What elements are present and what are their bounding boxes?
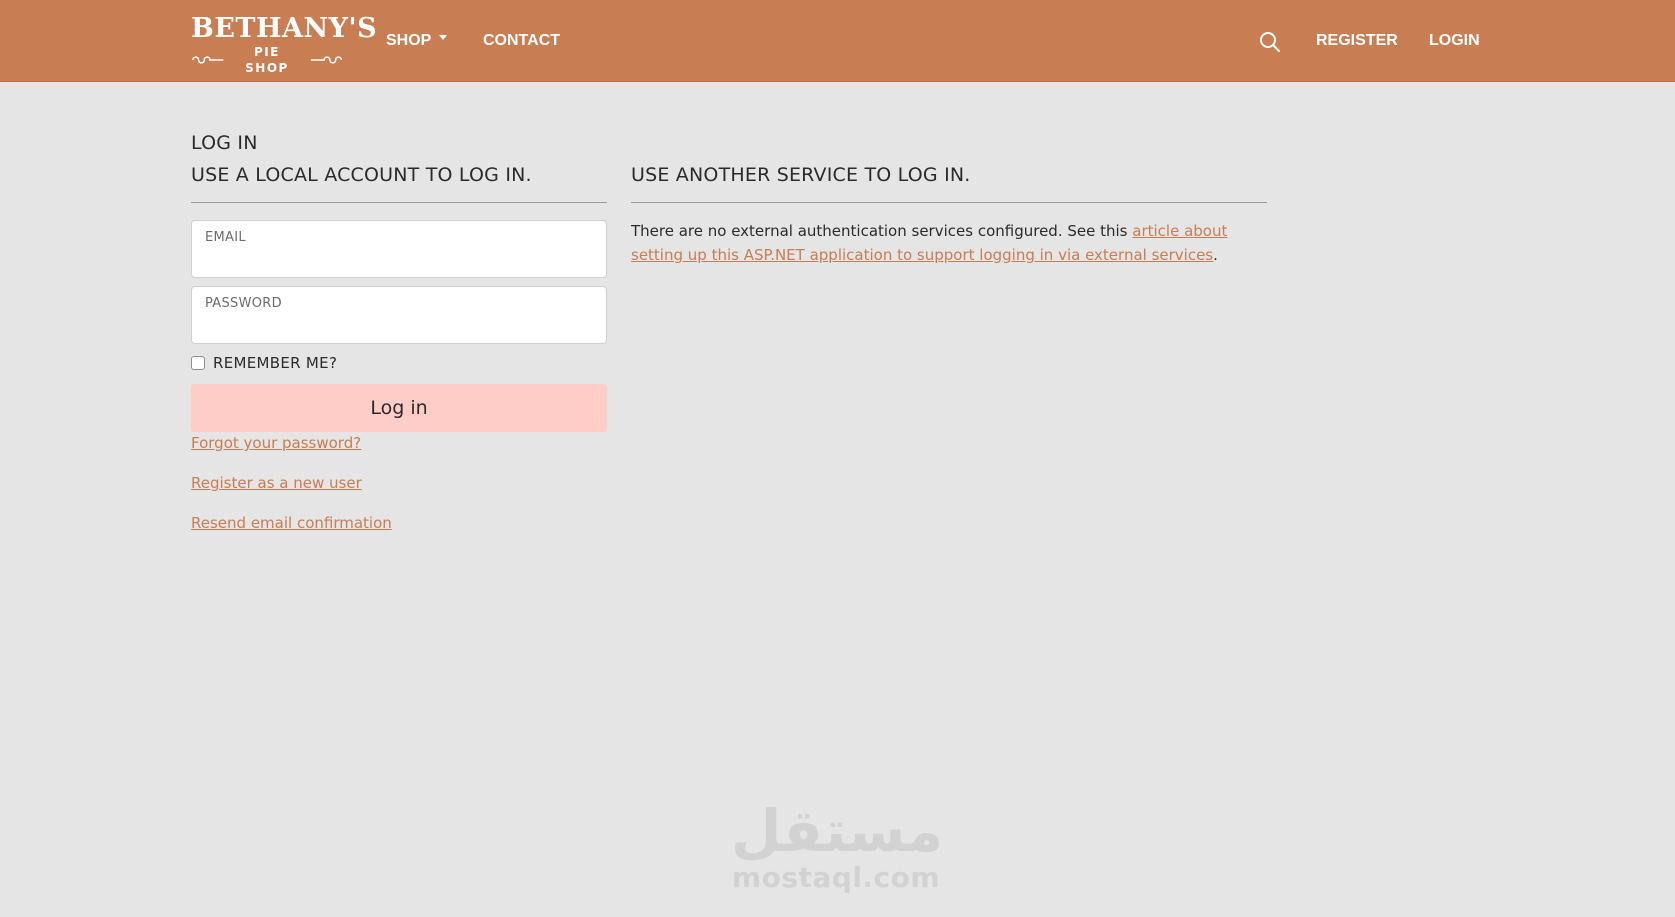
external-text-before: There are no external authentication ser… xyxy=(631,222,1133,240)
search-icon[interactable] xyxy=(1258,30,1282,54)
watermark: مستقل mostaql.com xyxy=(731,797,944,900)
watermark-arabic: مستقل xyxy=(731,797,944,865)
brand-tagline: PIE SHOP xyxy=(245,45,289,75)
page-title: LOG IN xyxy=(191,132,258,154)
password-label: PASSWORD xyxy=(205,296,282,311)
watermark-latin: mostaql.com xyxy=(731,861,941,894)
caret-down-icon xyxy=(439,35,448,41)
nav-contact-link[interactable]: CONTACT xyxy=(483,31,560,51)
swirl-left-icon xyxy=(192,56,224,64)
remember-me-row[interactable]: REMEMBER ME? xyxy=(191,354,337,372)
nav-register-link[interactable]: REGISTER xyxy=(1316,31,1398,51)
resend-confirmation-link[interactable]: Resend email confirmation xyxy=(191,514,392,532)
email-field[interactable]: EMAIL xyxy=(191,220,607,278)
password-input[interactable] xyxy=(204,315,598,339)
register-new-user-link[interactable]: Register as a new user xyxy=(191,474,362,492)
remember-me-checkbox[interactable] xyxy=(191,356,205,370)
external-auth-message: There are no external authentication ser… xyxy=(631,219,1271,267)
external-service-heading: USE ANOTHER SERVICE TO LOG IN. xyxy=(631,164,971,186)
login-submit-button[interactable]: Log in xyxy=(191,384,607,432)
local-heading-divider xyxy=(191,202,607,203)
local-account-heading: USE A LOCAL ACCOUNT TO LOG IN. xyxy=(191,164,532,186)
brand-logo[interactable]: BETHANY'S PIE SHOP xyxy=(191,13,378,76)
external-text-after: . xyxy=(1213,246,1218,264)
email-label: EMAIL xyxy=(205,230,246,245)
forgot-password-link[interactable]: Forgot your password? xyxy=(191,434,361,452)
nav-login-link[interactable]: LOGIN xyxy=(1429,31,1480,51)
nav-shop-dropdown[interactable]: SHOP xyxy=(386,31,448,51)
brand-subtitle-row: PIE SHOP xyxy=(191,44,343,76)
swirl-right-icon xyxy=(310,56,342,64)
password-field[interactable]: PASSWORD xyxy=(191,286,607,344)
external-heading-divider xyxy=(631,202,1267,203)
navbar: BETHANY'S PIE SHOP SHOP CONTACT REGISTER… xyxy=(0,0,1675,82)
remember-me-label[interactable]: REMEMBER ME? xyxy=(213,354,337,372)
email-input[interactable] xyxy=(204,249,598,273)
nav-shop-label: SHOP xyxy=(386,32,432,49)
brand-name: BETHANY'S xyxy=(191,13,378,44)
